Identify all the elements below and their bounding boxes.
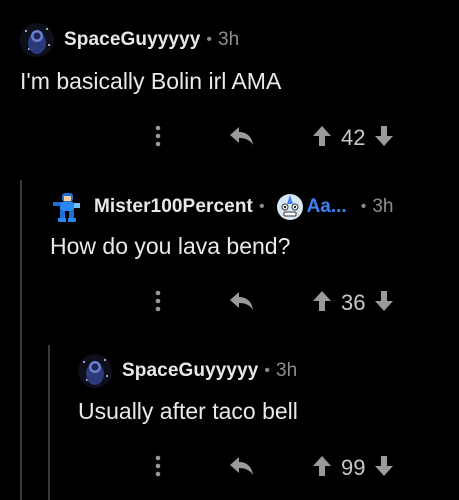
- vote-score: 42: [341, 125, 366, 150]
- username[interactable]: SpaceGuyyyyy: [122, 360, 258, 382]
- upvote-icon[interactable]: [311, 124, 333, 153]
- comment-age: 3h: [218, 29, 240, 50]
- more-options-icon[interactable]: [148, 454, 168, 483]
- downvote-icon[interactable]: [373, 454, 395, 483]
- comment-age: 3h: [372, 196, 394, 217]
- more-options-icon[interactable]: [148, 124, 168, 153]
- comment-1: SpaceGuyyyyy • 3h I'm basically Bolin ir…: [0, 0, 459, 170]
- megaman-avatar-icon: [53, 193, 80, 222]
- separator-dot: •: [258, 198, 265, 215]
- aang-flair-icon: [276, 194, 303, 220]
- downvote-icon[interactable]: [373, 124, 395, 153]
- user-avatar[interactable]: [78, 354, 112, 388]
- comment-actions: 42: [148, 122, 395, 154]
- thread-line[interactable]: [48, 345, 50, 500]
- username[interactable]: Mister100Percent: [94, 196, 253, 218]
- comment-header: SpaceGuyyyyy • 3h: [78, 353, 297, 389]
- upvote-icon[interactable]: [311, 454, 333, 483]
- vote-score: 36: [341, 290, 366, 315]
- user-avatar[interactable]: [50, 190, 84, 224]
- downvote-icon[interactable]: [373, 289, 395, 318]
- comment-actions: 99: [148, 452, 395, 484]
- more-options-icon[interactable]: [148, 289, 168, 318]
- comment-age: 3h: [276, 360, 298, 381]
- flair-text: Aa...: [306, 196, 347, 217]
- comment-header: Mister100Percent • Aa... • 3h: [50, 189, 393, 225]
- comment-body: Usually after taco bell: [78, 398, 298, 424]
- username[interactable]: SpaceGuyyyyy: [64, 29, 200, 51]
- separator-dot: •: [264, 362, 271, 379]
- separator-dot: •: [206, 31, 213, 48]
- reply-icon[interactable]: [228, 454, 256, 483]
- user-flair[interactable]: Aa...: [275, 192, 347, 222]
- upvote-icon[interactable]: [311, 289, 333, 318]
- reply-icon[interactable]: [228, 124, 256, 153]
- comment-3: SpaceGuyyyyy • 3h Usually after taco bel…: [0, 345, 459, 500]
- space-avatar-icon: [78, 354, 112, 388]
- space-avatar-icon: [20, 23, 54, 57]
- vote-score: 99: [341, 455, 366, 480]
- comment-actions: 36: [148, 287, 395, 319]
- user-avatar[interactable]: [20, 23, 54, 57]
- comment-body: How do you lava bend?: [50, 233, 291, 259]
- separator-dot: •: [360, 198, 367, 215]
- comment-header: SpaceGuyyyyy • 3h: [20, 22, 239, 58]
- reply-icon[interactable]: [228, 289, 256, 318]
- comment-body: I'm basically Bolin irl AMA: [20, 68, 282, 94]
